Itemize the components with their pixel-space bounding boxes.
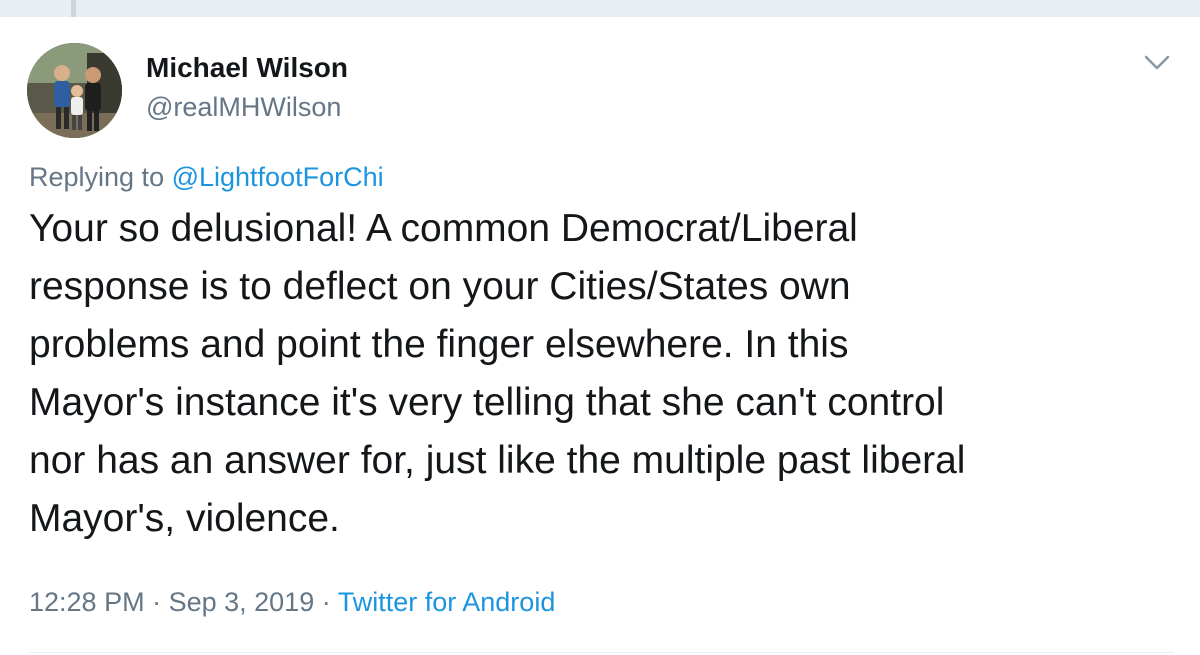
replying-to: Replying to @LightfootForChi xyxy=(29,162,384,193)
tweet-time[interactable]: 12:28 PM xyxy=(29,587,145,617)
tweet-metadata: 12:28 PM · Sep 3, 2019 · Twitter for And… xyxy=(29,587,555,618)
tweet-date[interactable]: Sep 3, 2019 xyxy=(169,587,315,617)
meta-separator: · xyxy=(314,587,338,617)
thread-connector-line xyxy=(71,0,76,17)
replying-to-mention-link[interactable]: @LightfootForChi xyxy=(172,162,384,192)
chevron-down-icon[interactable] xyxy=(1138,48,1176,76)
avatar-photo-icon xyxy=(27,43,122,138)
display-name[interactable]: Michael Wilson xyxy=(146,52,348,84)
user-handle[interactable]: @realMHWilson xyxy=(146,92,341,123)
tweet-text-line: Mayor's, violence. xyxy=(29,497,340,540)
avatar[interactable] xyxy=(27,43,122,138)
meta-separator: · xyxy=(144,587,169,617)
tweet-text-line: Mayor's instance it's very telling that … xyxy=(29,381,945,424)
tweet-card: Michael Wilson @realMHWilson Replying to… xyxy=(0,0,1200,655)
tweet-text-line: nor has an answer for, just like the mul… xyxy=(29,439,966,482)
replying-prefix: Replying to xyxy=(29,162,172,192)
tweet-text-line: problems and point the finger elsewhere.… xyxy=(29,323,849,366)
tweet-text: Your so delusional! A common Democrat/Li… xyxy=(29,200,1169,548)
tweet-text-line: Your so delusional! A common Democrat/Li… xyxy=(29,207,858,250)
tweet-text-line: response is to deflect on your Cities/St… xyxy=(29,265,851,308)
divider xyxy=(29,652,1174,653)
thread-header-strip xyxy=(0,0,1200,17)
tweet-source-link[interactable]: Twitter for Android xyxy=(338,587,556,617)
